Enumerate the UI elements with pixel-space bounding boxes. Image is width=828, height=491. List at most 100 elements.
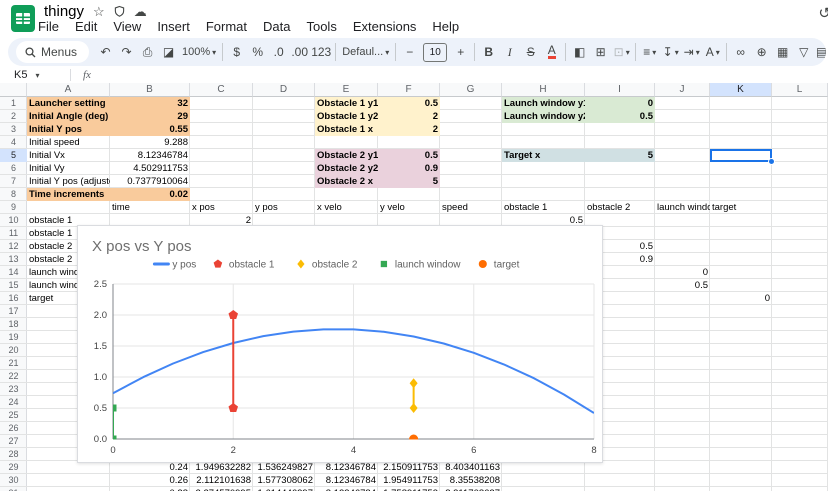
cell-B6[interactable]: 4.502911753 xyxy=(110,162,190,175)
column-header-e[interactable]: E xyxy=(315,83,378,97)
column-header-c[interactable]: C xyxy=(190,83,253,97)
column-header-a[interactable]: A xyxy=(27,83,110,97)
row-header-13[interactable]: 13 xyxy=(0,253,27,266)
cell-A5[interactable]: Initial Vx xyxy=(27,149,110,162)
cell-E30[interactable]: 8.12346784 xyxy=(315,474,378,487)
cell-C9[interactable]: x pos xyxy=(190,201,253,214)
name-box[interactable]: K5 ▾ xyxy=(0,69,62,81)
format-as-currency-icon[interactable]: $ xyxy=(226,40,247,64)
cell-I1[interactable]: 0 xyxy=(585,97,655,110)
formula-input[interactable] xyxy=(91,67,828,83)
cell-E6[interactable]: Obstacle 2 y2 xyxy=(315,162,378,175)
cell-E7[interactable]: Obstacle 2 x xyxy=(315,175,378,188)
cloud-status-icon[interactable]: ☁ xyxy=(134,5,147,18)
cell-B9[interactable]: time xyxy=(110,201,190,214)
cell-E31[interactable]: 8.12346784 xyxy=(315,487,378,491)
cell-H5[interactable]: Target x xyxy=(502,149,585,162)
menu-item-extensions[interactable]: Extensions xyxy=(345,18,425,35)
cell-K16[interactable]: 0 xyxy=(710,292,772,305)
insert-comment-icon[interactable]: ⊕ xyxy=(751,40,772,64)
cell-D9[interactable]: y pos xyxy=(253,201,315,214)
cell-E1[interactable]: Obstacle 1 y1 xyxy=(315,97,378,110)
row-header-22[interactable]: 22 xyxy=(0,370,27,383)
insert-chart-icon[interactable]: ▦ xyxy=(772,40,793,64)
column-header-l[interactable]: L xyxy=(772,83,828,97)
cell-A8[interactable]: Time increments xyxy=(27,188,110,201)
menu-item-tools[interactable]: Tools xyxy=(298,18,344,35)
search-menus-button[interactable]: Menus xyxy=(16,41,89,63)
row-header-17[interactable]: 17 xyxy=(0,305,27,318)
row-header-18[interactable]: 18 xyxy=(0,318,27,331)
menu-item-data[interactable]: Data xyxy=(255,18,298,35)
menu-item-insert[interactable]: Insert xyxy=(149,18,198,35)
decrease-font-size-icon[interactable]: − xyxy=(399,40,420,64)
row-header-4[interactable]: 4 xyxy=(0,136,27,149)
row-header-25[interactable]: 25 xyxy=(0,409,27,422)
italic-icon[interactable]: I xyxy=(499,40,520,64)
cell-D30[interactable]: 1.577308062 xyxy=(253,474,315,487)
cell-A3[interactable]: Initial Y pos xyxy=(27,123,110,136)
row-header-1[interactable]: 1 xyxy=(0,97,27,110)
cell-B8[interactable]: 0.02 xyxy=(110,188,190,201)
cell-D31[interactable]: 1.614446297 xyxy=(253,487,315,491)
row-header-19[interactable]: 19 xyxy=(0,331,27,344)
cell-B7[interactable]: 0.7377910064 xyxy=(110,175,190,188)
column-header-i[interactable]: I xyxy=(585,83,655,97)
row-header-9[interactable]: 9 xyxy=(0,201,27,214)
cell-B4[interactable]: 9.288 xyxy=(110,136,190,149)
row-header-15[interactable]: 15 xyxy=(0,279,27,292)
row-header-5[interactable]: 5 xyxy=(0,149,27,162)
cell-F6[interactable]: 0.9 xyxy=(378,162,440,175)
cell-G30[interactable]: 8.35538208 xyxy=(440,474,502,487)
fill-color-icon[interactable]: ◧ xyxy=(569,40,590,64)
cell-B31[interactable]: 0.28 xyxy=(110,487,190,491)
row-header-31[interactable]: 31 xyxy=(0,487,27,491)
merge-cells-icon[interactable]: ⊡▾ xyxy=(611,40,632,64)
column-header-g[interactable]: G xyxy=(440,83,502,97)
cell-J9[interactable]: launch window xyxy=(655,201,710,214)
menu-item-format[interactable]: Format xyxy=(198,18,255,35)
cell-B3[interactable]: 0.55 xyxy=(110,123,190,136)
cell-F30[interactable]: 1.954911753 xyxy=(378,474,440,487)
format-as-percent-icon[interactable]: % xyxy=(247,40,268,64)
font-button[interactable]: Defaul...▾ xyxy=(339,40,392,64)
cell-K9[interactable]: target xyxy=(710,201,772,214)
row-header-28[interactable]: 28 xyxy=(0,448,27,461)
cell-I5[interactable]: 5 xyxy=(585,149,655,162)
select-all-corner[interactable] xyxy=(0,83,27,97)
cell-B30[interactable]: 0.26 xyxy=(110,474,190,487)
cell-F7[interactable]: 5 xyxy=(378,175,440,188)
row-header-14[interactable]: 14 xyxy=(0,266,27,279)
column-header-h[interactable]: H xyxy=(502,83,585,97)
row-header-23[interactable]: 23 xyxy=(0,383,27,396)
cell-J15[interactable]: 0.5 xyxy=(655,279,710,292)
borders-icon[interactable]: ⊞ xyxy=(590,40,611,64)
chevron-down-icon[interactable]: ▾ xyxy=(35,71,39,80)
text-wrap-icon[interactable]: ⇥▾ xyxy=(681,40,702,64)
column-header-b[interactable]: B xyxy=(110,83,190,97)
cell-C30[interactable]: 2.112101638 xyxy=(190,474,253,487)
menu-item-help[interactable]: Help xyxy=(424,18,467,35)
cell-G9[interactable]: speed xyxy=(440,201,502,214)
menu-item-view[interactable]: View xyxy=(105,18,149,35)
row-header-11[interactable]: 11 xyxy=(0,227,27,240)
cell-E2[interactable]: Obstacle 1 y2 xyxy=(315,110,378,123)
cell-F9[interactable]: y velo xyxy=(378,201,440,214)
row-header-24[interactable]: 24 xyxy=(0,396,27,409)
cell-E9[interactable]: x velo xyxy=(315,201,378,214)
cell-E3[interactable]: Obstacle 1 x xyxy=(315,123,378,136)
insert-link-icon[interactable]: ∞ xyxy=(730,40,751,64)
star-icon[interactable]: ☆ xyxy=(93,5,105,18)
column-header-j[interactable]: J xyxy=(655,83,710,97)
paint-format-icon[interactable]: ◪ xyxy=(158,40,179,64)
font-size-button[interactable]: 10 xyxy=(420,40,450,64)
row-header-27[interactable]: 27 xyxy=(0,435,27,448)
cell-A7[interactable]: Initial Y pos (adjusted) xyxy=(27,175,110,188)
row-header-10[interactable]: 10 xyxy=(0,214,27,227)
create-filter-icon[interactable]: ▽ xyxy=(793,40,814,64)
cell-G31[interactable]: 8.311708627 xyxy=(440,487,502,491)
cell-A2[interactable]: Initial Angle (deg) xyxy=(27,110,110,123)
embedded-chart[interactable]: X pos vs Y pos0.00.51.01.52.02.502468y p… xyxy=(77,225,603,463)
cell-H9[interactable]: obstacle 1 xyxy=(502,201,585,214)
cell-A4[interactable]: Initial speed xyxy=(27,136,110,149)
